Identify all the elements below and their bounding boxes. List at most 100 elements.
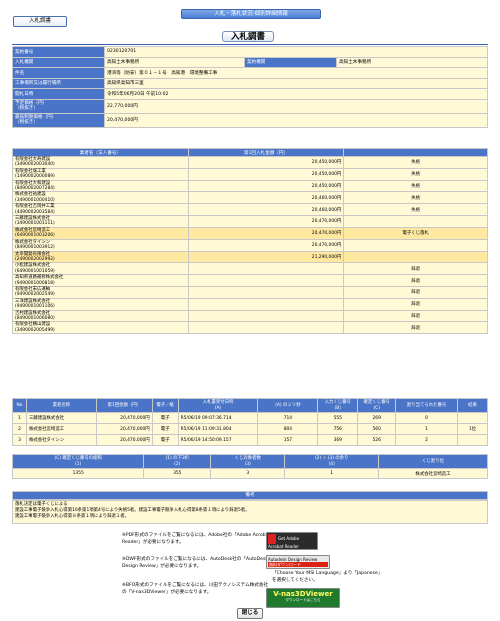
bidder-row: 有限会社横山建設 (3490002005499) 辞退	[12, 321, 488, 335]
bid-remark: 失格	[343, 167, 488, 181]
lot-table-header: No 業者名称 第1回金額（円） 電子／紙 入札書受付日時 (A) (A) のミリ秒 入力く…	[12, 398, 489, 413]
lot-row: 1 三藤建設株式会社 20,470,000円 電子 R5/06/19 09:07:36.…	[12, 412, 489, 424]
lot-row: 3 株式会社タイシン 20,470,000円 電子 R5/06/19 14:50:09.…	[12, 434, 489, 446]
bidder-corp-number: (9490002002549)	[15, 292, 55, 298]
lot-cell: 電子	[151, 434, 179, 446]
info-label: 開札日時	[12, 88, 105, 100]
bidder-row: 吉村建設株式会社 (8490001006080) 辞退	[12, 309, 488, 323]
column-header: (2) ÷ (3) の余り (4)	[284, 454, 379, 469]
bidder-name-cell: 有限会社末広運輸 (9490002002549)	[12, 285, 189, 299]
bidder-row: 高知県道路補修株式会社 (9490001000818) 辞退	[12, 274, 488, 287]
column-header: くじ割り位	[378, 454, 488, 469]
bidder-name-cell: 株式会社宮崎造工 (6490001003206)	[12, 226, 189, 240]
info-label: 工事場所又は履行場所	[12, 77, 105, 89]
info-row-location: 工事場所又は履行場所 高知県高知市三里	[12, 77, 488, 89]
lot-cell: 714	[257, 412, 319, 424]
lot-cell: 1	[12, 412, 27, 424]
bidder-row: 有限会社大寿建設 (3490002003040) 20,450,000円 失格	[12, 156, 488, 169]
autodesk-badge-sublabel: 無料ダウンロード	[268, 562, 328, 567]
lot-table-body: 1 三藤建設株式会社 20,470,000円 電子 R5/06/19 09:07:36.…	[12, 412, 489, 446]
bid-amount	[187, 309, 345, 323]
lot-cell: 555	[317, 412, 359, 424]
contract-info-table: 契約番号 0230120701 入札機関 高知土木事務所 契約機関 高知土木事務…	[12, 46, 488, 128]
autodesk-design-review-download-link[interactable]: Autodesk Design Review 無料ダウンロード	[266, 555, 330, 569]
lot-cell: 804	[257, 423, 319, 435]
bid-remark	[343, 250, 488, 264]
lot-cell: 157	[257, 434, 319, 446]
lot-cell	[456, 434, 489, 446]
bid-remark: 失格	[343, 156, 488, 169]
bid-amount: 20,460,000円	[187, 191, 345, 205]
remarks-body: 落札決定は電子くじによる 建設工事電子競争入札心得第10条第1項第4号により失格…	[12, 500, 488, 524]
lot-cell: 756	[317, 423, 359, 435]
lot-cell: R5/06/19 14:50:09.157	[177, 434, 259, 446]
info-value: 港湾等（防安）第０１－１号 高知港 環境整備工事	[104, 67, 488, 79]
bidder-name-cell: 有限会社横山建設 (3490002005499)	[12, 321, 189, 335]
lot-cell: 269	[357, 412, 397, 424]
bid-remark: 失格	[343, 191, 488, 205]
lot-cell: 1	[395, 423, 458, 435]
tab-nyusatsu-chosho[interactable]: 入札調書	[13, 16, 67, 27]
bidder-table-header: 業者名（法人番号） 第1回入札金額（円）	[12, 148, 488, 157]
bidder-name-cell: 三藤建設株式会社 (3490001001111)	[12, 215, 189, 228]
lot-cell: 20,470,000円	[95, 434, 153, 446]
lot-cell: 株式会社タイシン	[25, 434, 97, 446]
bidder-row: 三藤建設株式会社 (3490001001111) 20,470,000円	[12, 215, 488, 228]
bid-amount: 20,450,000円	[187, 156, 345, 169]
bid-remark: 辞退	[343, 274, 488, 287]
bidder-row: 株式会社宮崎造工 (6490001003206) 20,470,000円 電子くじ落札	[12, 226, 488, 240]
column-header: 業者名（法人番号）	[12, 148, 189, 157]
vnas3dviewer-download-link[interactable]: V-nas3DViewer ダウンロードはこちら	[266, 588, 340, 608]
lot-cell: 20,470,000円	[95, 412, 153, 424]
lot-cell: 0	[395, 412, 458, 424]
kuji-table-row: 1355 355 3 1 株式会社宮崎造工	[11, 468, 488, 479]
bidder-corp-number: (9490001000818)	[15, 280, 55, 286]
bidder-name-cell: 吉村建設株式会社 (8490001006080)	[12, 309, 189, 323]
remarks-header: 備考	[12, 491, 488, 500]
lot-cell: 20,470,000円	[95, 423, 153, 435]
bidder-row: 有限会社大和建設 (8490002007284) 20,450,000円 失格	[12, 179, 488, 193]
bidder-table: 業者名（法人番号） 第1回入札金額（円） 有限会社大寿建設 (3490002003…	[12, 148, 488, 335]
info-row-contract-no: 契約番号 0230120701	[12, 46, 488, 58]
bidder-row: 太幸開発有限会社 (2490002002992) 21,290,000円	[12, 250, 488, 264]
bid-remark	[343, 215, 488, 228]
column-header	[343, 148, 488, 157]
info-value: 高知県高知市三里	[104, 77, 488, 89]
info-label: 件名	[12, 67, 105, 79]
lot-cell: 369	[317, 434, 359, 446]
kuji-cell: 1	[284, 468, 379, 479]
bid-remark: 辞退	[343, 297, 488, 311]
kuji-table-header: (C) 確定くじ番号の総和 (1) (1) の下3桁 (2) くじ対象者数 (3)(…	[11, 454, 488, 469]
bidder-row: 小松建設株式会社 (6490001001059) 辞退	[12, 262, 488, 276]
bid-remark: 失格	[343, 203, 488, 217]
info-row-subject: 件名 港湾等（防安）第０１－１号 高知港 環境整備工事	[12, 67, 488, 79]
bidder-name-cell: 小松建設株式会社 (6490001001059)	[12, 262, 189, 276]
info-value: 22,770,000円	[104, 98, 488, 114]
lot-row: 2 株式会社宮崎造工 20,470,000円 電子 R5/06/19 11:09:31.…	[12, 423, 489, 435]
info-value: 20,470,000円	[104, 112, 488, 128]
bid-remark: 辞退	[343, 285, 488, 299]
column-header: (A) のミリ秒	[257, 398, 319, 413]
bidder-row: 株式会社祐建設 (3490001000410) 20,460,000円 失格	[12, 191, 488, 205]
bidder-corp-number: (3490002005499)	[15, 327, 55, 333]
info-label: 予定価格（円） （税抜き）	[12, 98, 105, 114]
bidder-row: 有限会社吉岡井工業 (4490002003584) 20,460,000円 失格	[12, 203, 488, 217]
remarks-line: 建設工事電子競争入札心得第８条第１項により辞退１者。	[15, 514, 130, 519]
bid-amount: 20,450,000円	[187, 167, 345, 181]
bid-amount	[187, 285, 345, 299]
bidder-name-cell: 有限会社城工業 (1490002000089)	[12, 167, 189, 181]
info-row-agency: 入札機関 高知土木事務所 契約機関 高知土木事務所	[12, 56, 488, 68]
dwf-note: ※DWF形式のファイルをご覧になるには、AutoDesk社の「AutoDesk …	[122, 557, 269, 569]
close-button[interactable]: 閉じる	[237, 608, 263, 619]
info-label: 契約機関	[244, 56, 337, 68]
kuji-cell: 株式会社宮崎造工	[378, 468, 488, 479]
dwf-language-note: 「Choose Your MSI Language」より「Japanese」を選…	[272, 571, 381, 583]
column-header: 第1回金額（円）	[95, 398, 153, 413]
bidder-row: 有限会社末広運輸 (9490002002549) 辞退	[12, 285, 488, 299]
bidder-corp-number: (4490002003584)	[15, 209, 55, 215]
lot-result-table: No 業者名称 第1回金額（円） 電子／紙 入札書受付日時 (A) (A) のミリ秒 入力く…	[12, 398, 489, 446]
bidder-corp-number: (3490001001111)	[15, 221, 55, 227]
adobe-reader-download-link[interactable]: Get Adobe Acrobat Reader	[266, 532, 318, 550]
bid-remark: 電子くじ落札	[343, 226, 488, 240]
lot-cell	[456, 412, 489, 424]
